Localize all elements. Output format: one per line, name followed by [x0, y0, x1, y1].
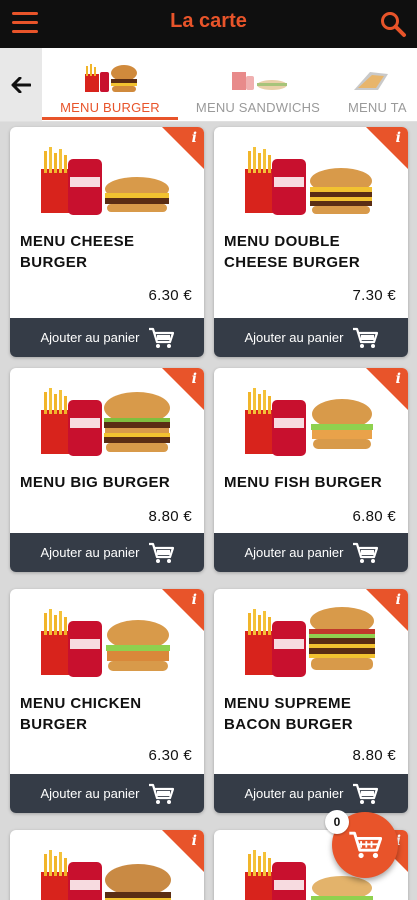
add-to-cart-label: Ajouter au panier — [244, 786, 344, 801]
info-corner[interactable] — [162, 589, 204, 631]
cart-icon — [352, 542, 378, 563]
search-icon[interactable] — [379, 10, 407, 38]
info-corner[interactable] — [366, 127, 408, 169]
active-tab-indicator — [42, 117, 178, 120]
tab-label: MENU BURGER — [60, 100, 160, 115]
add-to-cart-label: Ajouter au panier — [40, 330, 140, 345]
product-name-line: BURGER — [20, 254, 88, 271]
add-to-cart-label: Ajouter au panier — [40, 545, 140, 560]
product-name: MENU FISH BURGER — [224, 472, 400, 493]
product-card[interactable]: i MENU SUPREME BACON BURGER 8.80 € Ajout… — [214, 589, 408, 813]
info-icon[interactable]: i — [192, 592, 197, 608]
add-to-cart-label: Ajouter au panier — [40, 786, 140, 801]
info-icon[interactable]: i — [192, 130, 197, 146]
tab-menu-ta[interactable]: MENU TA — [348, 48, 417, 121]
product-price: 6.30 € — [148, 287, 192, 304]
cart-icon — [352, 327, 378, 348]
page-title: La carte — [170, 10, 247, 32]
menu-ta-thumbnail — [348, 60, 398, 94]
menu-burger-thumbnail — [81, 60, 139, 94]
product-price: 7.30 € — [352, 287, 396, 304]
product-name: MENU CHICKEN BURGER — [20, 693, 196, 735]
add-to-cart-button[interactable]: Ajouter au panier — [214, 533, 408, 572]
product-card[interactable]: i MENU BIG BURGER 8.80 € Ajouter au pani… — [10, 368, 204, 572]
info-corner[interactable] — [366, 368, 408, 410]
cart-count-badge: 0 — [325, 810, 349, 834]
back-button[interactable] — [0, 48, 42, 121]
info-icon[interactable]: i — [192, 833, 197, 849]
cart-icon — [148, 327, 174, 348]
product-card[interactable]: i MENU DOUBLE CHEESE BURGER 7.30 € Ajout… — [214, 127, 408, 357]
product-card[interactable]: i MENU CHEESE BURGER 6.30 € Ajouter au p… — [10, 127, 204, 357]
add-to-cart-label: Ajouter au panier — [244, 330, 344, 345]
add-to-cart-button[interactable]: Ajouter au panier — [10, 533, 204, 572]
product-name-line: MENU DOUBLE — [224, 233, 341, 250]
product-card[interactable]: i MENU FISH BURGER 6.80 € Ajouter au pan… — [214, 368, 408, 572]
product-name-line: MENU CHEESE — [20, 233, 135, 250]
info-icon[interactable]: i — [396, 371, 401, 387]
info-corner[interactable] — [162, 368, 204, 410]
product-name: MENU CHEESE BURGER — [20, 231, 196, 273]
cart-icon — [148, 783, 174, 804]
add-to-cart-button[interactable]: Ajouter au panier — [10, 318, 204, 357]
product-price: 6.30 € — [148, 747, 192, 764]
cart-icon — [349, 831, 382, 859]
product-card[interactable]: i — [10, 830, 204, 900]
product-name: MENU DOUBLE CHEESE BURGER — [224, 231, 400, 273]
info-icon[interactable]: i — [192, 371, 197, 387]
product-name-line: MENU FISH BURGER — [224, 474, 383, 491]
cart-icon — [352, 783, 378, 804]
product-name: MENU BIG BURGER — [20, 472, 196, 493]
info-corner[interactable] — [162, 127, 204, 169]
add-to-cart-button[interactable]: Ajouter au panier — [214, 318, 408, 357]
product-card[interactable]: i MENU CHICKEN BURGER 6.30 € Ajouter au … — [10, 589, 204, 813]
product-name: MENU SUPREME BACON BURGER — [224, 693, 400, 735]
tab-label: MENU SANDWICHS — [195, 100, 321, 115]
info-icon[interactable]: i — [396, 592, 401, 608]
product-name-line: MENU SUPREME — [224, 695, 352, 712]
info-corner[interactable] — [162, 830, 204, 872]
add-to-cart-button[interactable]: Ajouter au panier — [10, 774, 204, 813]
tab-label: MENU TA — [348, 100, 407, 115]
tab-menu-sandwichs[interactable]: MENU SANDWICHS — [186, 48, 330, 121]
arrow-left-icon — [11, 77, 31, 93]
product-grid: i MENU CHEESE BURGER 6.30 € Ajouter au p… — [0, 122, 417, 900]
product-name-line: BACON BURGER — [224, 716, 353, 733]
product-name-line: BURGER — [20, 716, 88, 733]
product-price: 6.80 € — [352, 508, 396, 525]
menu-sandwichs-thumbnail — [228, 60, 288, 94]
info-corner[interactable] — [366, 589, 408, 631]
add-to-cart-label: Ajouter au panier — [244, 545, 344, 560]
product-price: 8.80 € — [148, 508, 192, 525]
add-to-cart-button[interactable]: Ajouter au panier — [214, 774, 408, 813]
info-icon[interactable]: i — [396, 130, 401, 146]
product-name-line: CHEESE BURGER — [224, 254, 361, 271]
product-name-line: MENU CHICKEN — [20, 695, 142, 712]
top-app-bar: La carte — [0, 0, 417, 48]
tab-menu-burger[interactable]: MENU BURGER — [42, 48, 178, 121]
category-tabs: MENU BURGER MENU SANDWICHS MENU TA — [0, 48, 417, 122]
cart-icon — [148, 542, 174, 563]
product-name-line: MENU BIG BURGER — [20, 474, 171, 491]
product-price: 8.80 € — [352, 747, 396, 764]
